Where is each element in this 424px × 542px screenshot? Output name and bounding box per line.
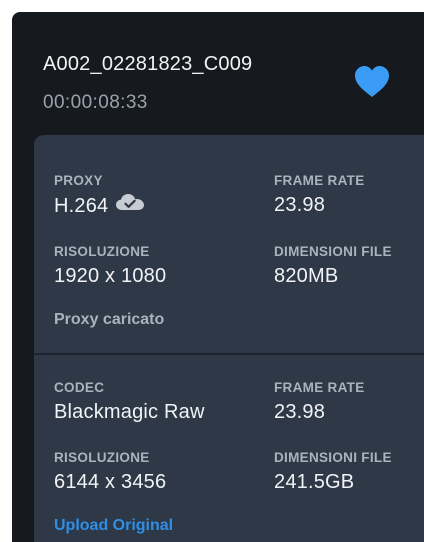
original-codec-cell: CODEC Blackmagic Raw (54, 380, 205, 424)
original-resolution-cell: RISOLUZIONE 6144 x 3456 (54, 450, 166, 494)
clip-timecode: 00:00:08:33 (43, 92, 148, 113)
original-codec-value: Blackmagic Raw (54, 401, 205, 423)
proxy-frame-rate-value: 23.98 (274, 194, 326, 216)
proxy-codec-value: H.264 (54, 194, 109, 217)
original-frame-rate-label: FRAME RATE (274, 380, 365, 395)
proxy-status-text: Proxy caricato (54, 311, 165, 328)
original-codec-label: CODEC (54, 380, 105, 395)
proxy-section: PROXY H.264 FRAME RATE 23.98 RISOLUZIONE (34, 135, 424, 353)
original-resolution-value: 6144 x 3456 (54, 471, 167, 493)
clip-details-card: PROXY H.264 FRAME RATE 23.98 RISOLUZIONE (34, 135, 424, 542)
original-file-size-value: 241.5GB (274, 471, 355, 493)
proxy-file-size-label: DIMENSIONI FILE (274, 244, 392, 259)
proxy-file-size-cell: DIMENSIONI FILE 820MB (274, 244, 392, 288)
cloud-check-icon (114, 192, 146, 218)
proxy-file-size-value: 820MB (274, 265, 339, 287)
clip-header: A002_02281823_C009 00:00:08:33 (12, 12, 424, 134)
proxy-codec-label: PROXY (54, 173, 103, 188)
original-resolution-label: RISOLUZIONE (54, 450, 150, 465)
original-frame-rate-value: 23.98 (274, 401, 326, 423)
proxy-resolution-label: RISOLUZIONE (54, 244, 150, 259)
clip-info-panel: A002_02281823_C009 00:00:08:33 PROXY H.2… (12, 12, 424, 542)
proxy-resolution-cell: RISOLUZIONE 1920 x 1080 (54, 244, 166, 288)
original-frame-rate-cell: FRAME RATE 23.98 (274, 380, 365, 424)
proxy-frame-rate-cell: FRAME RATE 23.98 (274, 173, 365, 217)
clip-name: A002_02281823_C009 (43, 53, 253, 75)
original-file-size-cell: DIMENSIONI FILE 241.5GB (274, 450, 392, 494)
proxy-resolution-value: 1920 x 1080 (54, 265, 167, 287)
proxy-codec-cell: PROXY H.264 (54, 173, 146, 218)
upload-original-link[interactable]: Upload Original (54, 517, 173, 535)
proxy-frame-rate-label: FRAME RATE (274, 173, 365, 188)
proxy-codec-value-row: H.264 (54, 194, 146, 218)
favorite-button[interactable] (352, 62, 392, 102)
heart-icon (355, 66, 389, 97)
original-section: CODEC Blackmagic Raw FRAME RATE 23.98 RI… (34, 355, 424, 542)
original-file-size-label: DIMENSIONI FILE (274, 450, 392, 465)
